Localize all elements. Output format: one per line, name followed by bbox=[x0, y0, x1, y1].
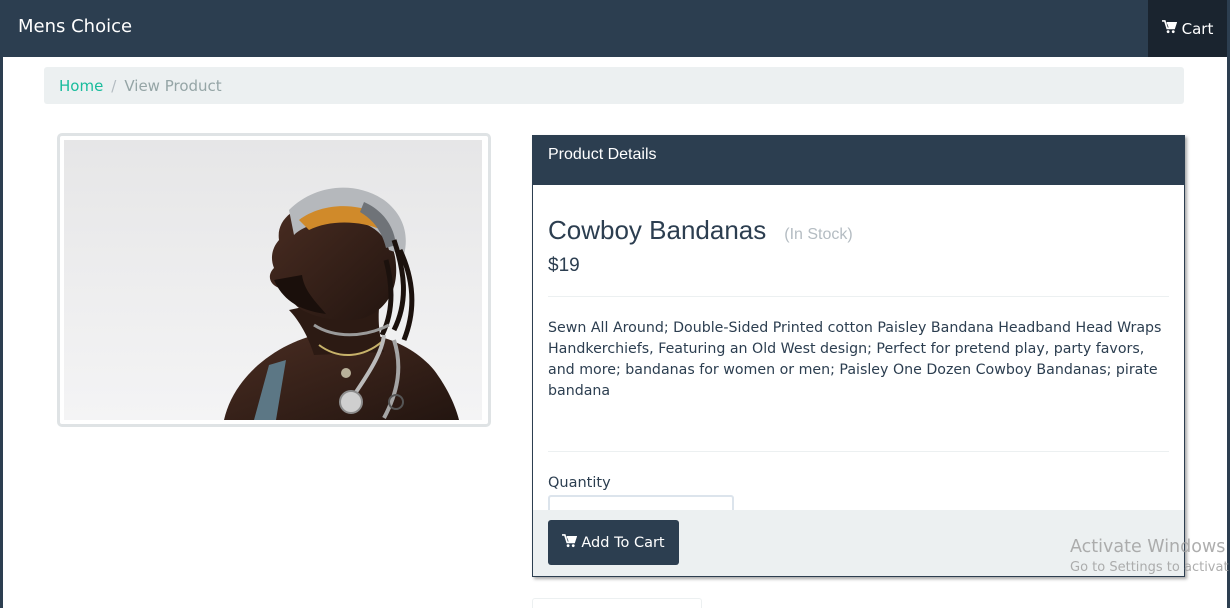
window-frame-left bbox=[0, 0, 3, 608]
panel-heading: Product Details bbox=[533, 136, 1184, 185]
partial-box-below bbox=[532, 598, 702, 608]
breadcrumb: Home / View Product bbox=[44, 67, 1184, 104]
cart-label: Cart bbox=[1181, 19, 1214, 38]
add-to-cart-button[interactable]: Add To Cart bbox=[548, 520, 679, 565]
product-description: Sewn All Around; Double-Sided Printed co… bbox=[548, 320, 1162, 399]
stock-status: (In Stock) bbox=[784, 226, 853, 243]
add-to-cart-label: Add To Cart bbox=[581, 534, 665, 551]
breadcrumb-home-link[interactable]: Home bbox=[59, 77, 103, 95]
quantity-label: Quantity bbox=[548, 475, 611, 491]
breadcrumb-current: View Product bbox=[124, 76, 222, 95]
product-title: Cowboy Bandanas bbox=[548, 215, 767, 245]
product-price: $19 bbox=[548, 255, 580, 276]
brand-link[interactable]: Mens Choice bbox=[18, 16, 132, 37]
watermark-line2: Go to Settings to activat bbox=[1070, 560, 1229, 575]
product-details-panel: Product Details Cowboy Bandanas (In Stock… bbox=[532, 135, 1185, 577]
cart-link[interactable]: Cart bbox=[1148, 0, 1227, 57]
navbar: Mens Choice Cart bbox=[3, 0, 1227, 57]
panel-body: Cowboy Bandanas (In Stock) $19 Sewn All A… bbox=[533, 185, 1184, 544]
product-photo bbox=[64, 140, 482, 420]
breadcrumb-separator: / bbox=[111, 76, 117, 95]
activate-windows-watermark: Activate Windows Go to Settings to activ… bbox=[1070, 537, 1229, 575]
product-title-row: Cowboy Bandanas (In Stock) bbox=[548, 215, 853, 246]
cart-icon bbox=[1161, 19, 1177, 38]
cart-icon bbox=[562, 533, 578, 552]
watermark-line1: Activate Windows bbox=[1070, 537, 1226, 557]
divider bbox=[548, 451, 1169, 452]
product-image-thumbnail bbox=[57, 133, 491, 427]
divider bbox=[548, 296, 1169, 297]
